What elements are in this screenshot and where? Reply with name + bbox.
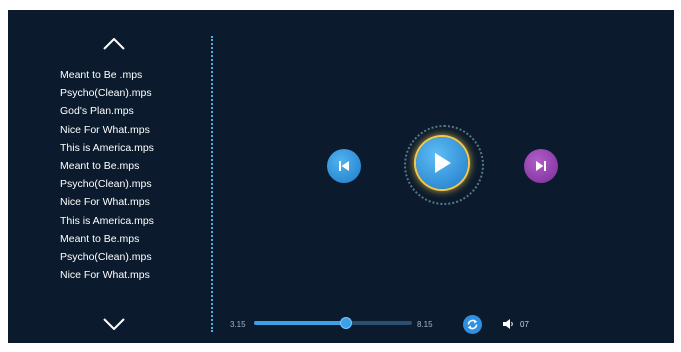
playlist-item[interactable]: Meant to Be.mps (60, 230, 154, 248)
music-player-screen: Meant to Be .mps Psycho(Clean).mps God's… (8, 10, 674, 343)
playlist-item[interactable]: Psycho(Clean).mps (60, 84, 154, 102)
playlist-item[interactable]: This is America.mps (60, 212, 154, 230)
repeat-button[interactable] (463, 315, 482, 334)
total-time: 8.15 (417, 320, 433, 329)
play-button[interactable] (416, 137, 468, 189)
progress-bar[interactable] (254, 318, 412, 328)
skip-next-icon (536, 161, 546, 171)
repeat-icon (467, 319, 478, 330)
volume-level: 07 (520, 320, 529, 329)
current-time: 3.15 (230, 320, 246, 329)
playlist-item[interactable]: Psycho(Clean).mps (60, 248, 154, 266)
play-icon (435, 153, 451, 173)
play-control (399, 120, 489, 210)
playlist-scroll-down-button[interactable] (101, 315, 127, 333)
progress-fill (254, 321, 346, 325)
playlist: Meant to Be .mps Psycho(Clean).mps God's… (60, 66, 154, 284)
speaker-icon[interactable] (503, 319, 515, 329)
playlist-item[interactable]: God's Plan.mps (60, 102, 154, 120)
skip-previous-icon (339, 161, 349, 171)
playlist-item[interactable]: Nice For What.mps (60, 266, 154, 284)
playlist-item[interactable]: Nice For What.mps (60, 121, 154, 139)
progress-knob[interactable] (340, 318, 351, 328)
playlist-item[interactable]: Nice For What.mps (60, 193, 154, 211)
playlist-item[interactable]: Meant to Be .mps (60, 66, 154, 84)
previous-track-button[interactable] (327, 149, 361, 183)
playlist-item[interactable]: This is America.mps (60, 139, 154, 157)
next-track-button[interactable] (524, 149, 558, 183)
chevron-up-icon (103, 38, 125, 50)
playlist-item[interactable]: Meant to Be.mps (60, 157, 154, 175)
panel-divider (211, 36, 213, 332)
chevron-down-icon (103, 318, 125, 330)
playlist-item[interactable]: Psycho(Clean).mps (60, 175, 154, 193)
playlist-scroll-up-button[interactable] (101, 35, 127, 53)
